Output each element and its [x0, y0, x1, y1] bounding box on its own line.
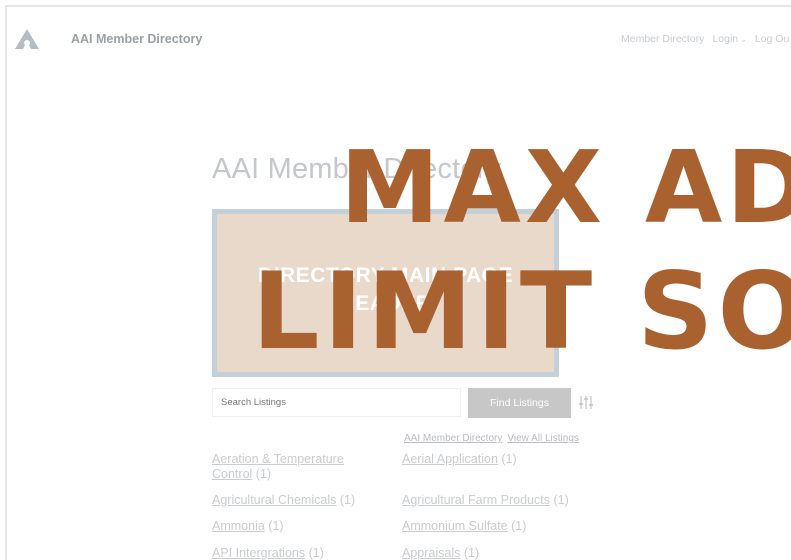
category-count: (1): [268, 519, 284, 533]
page-frame: AAI Member Directory Member Directory Log…: [5, 5, 791, 560]
link-view-all-listings[interactable]: View All Listings: [507, 433, 579, 444]
category-link[interactable]: API Intergrations: [212, 546, 305, 560]
category-link[interactable]: Appraisals: [402, 546, 460, 560]
category-count: (1): [511, 519, 527, 533]
site-title[interactable]: AAI Member Directory: [71, 32, 202, 46]
page-title: AAI Member Directory: [212, 153, 502, 185]
search-input[interactable]: [212, 388, 461, 417]
chevron-down-icon: ⌄: [740, 35, 747, 44]
category-link[interactable]: Ammonia: [212, 519, 265, 533]
category-count: (1): [255, 467, 272, 481]
category-count: (1): [308, 546, 324, 560]
category-link[interactable]: Aeration & Temperature Control: [212, 452, 344, 481]
list-item: Agricultural Farm Products (1): [402, 493, 569, 508]
list-item: Appraisals (1): [402, 546, 479, 560]
nav-login-label: Login: [712, 33, 739, 45]
category-count: (1): [339, 493, 356, 507]
nav-member-directory[interactable]: Member Directory: [621, 33, 704, 45]
category-link[interactable]: Ammonium Sulfate: [402, 519, 508, 533]
list-item: Agricultural Chemicals (1): [212, 493, 355, 508]
list-item: Aerial Application (1): [402, 452, 517, 467]
banner-line-1: DIRECTORY MAIN PAGE: [258, 264, 513, 287]
category-count: (1): [553, 493, 569, 507]
category-link[interactable]: Agricultural Chemicals: [212, 493, 336, 507]
list-item: Ammonium Sulfate (1): [402, 519, 526, 534]
link-member-directory[interactable]: AAI Member Directory: [404, 433, 502, 444]
nav-login[interactable]: Login ⌄: [712, 33, 746, 45]
banner-line-2: HEADER: [339, 292, 432, 315]
aai-logo-icon[interactable]: [14, 28, 40, 50]
list-item: API Intergrations (1): [212, 546, 324, 560]
category-link[interactable]: Aerial Application: [402, 452, 498, 466]
nav-logout[interactable]: Log Ou: [755, 33, 789, 45]
directory-header-banner: DIRECTORY MAIN PAGE HEADER: [212, 209, 559, 377]
site-header: AAI Member Directory Member Directory Log…: [7, 7, 791, 67]
banner-text: DIRECTORY MAIN PAGE HEADER: [217, 262, 554, 318]
category-count: (1): [463, 546, 480, 560]
directory-links: AAI Member Directory View All Listings: [404, 433, 584, 444]
top-nav: Member Directory Login ⌄ Log Ou: [621, 33, 791, 45]
list-item: Aeration & Temperature Control (1): [212, 452, 382, 482]
list-item: Ammonia (1): [212, 519, 284, 534]
category-count: (1): [501, 452, 517, 466]
category-link[interactable]: Agricultural Farm Products: [402, 493, 550, 507]
filter-sliders-icon[interactable]: [578, 395, 594, 410]
find-listings-button[interactable]: Find Listings: [468, 388, 571, 418]
